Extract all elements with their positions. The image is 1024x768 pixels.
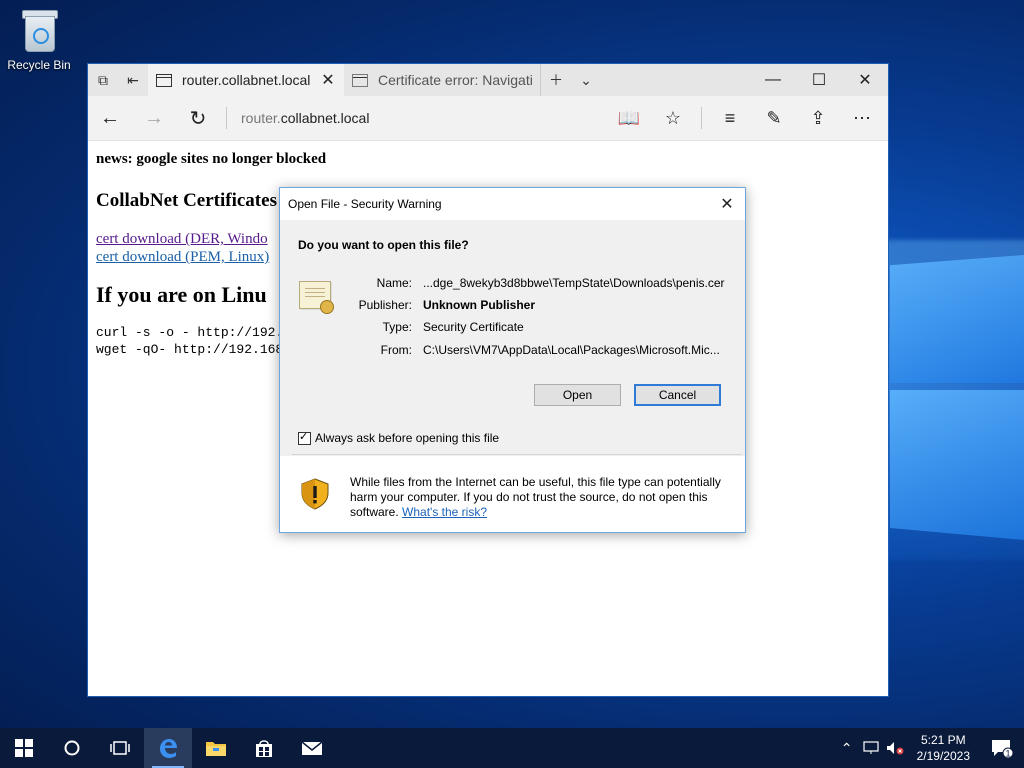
share-icon[interactable]: ⇪ xyxy=(796,96,840,140)
divider xyxy=(292,454,742,455)
checkbox-label: Always ask before opening this file xyxy=(315,431,500,445)
cancel-button[interactable]: Cancel xyxy=(634,384,721,406)
start-button[interactable] xyxy=(0,728,48,768)
info-row-type: Type: Security Certificate xyxy=(280,320,745,336)
page-icon xyxy=(352,73,368,87)
edge-taskbar-button[interactable] xyxy=(144,728,192,768)
info-row-from: From: C:\Users\VM7\AppData\Local\Package… xyxy=(280,343,745,359)
type-value: Security Certificate xyxy=(423,320,524,334)
page-icon xyxy=(156,73,172,87)
store-bag-icon xyxy=(256,740,272,757)
url-field[interactable]: router.collabnet.local xyxy=(241,110,369,126)
from-key: From: xyxy=(380,343,412,357)
dialog-close-button[interactable]: ✕ xyxy=(715,192,739,216)
mail-button[interactable] xyxy=(288,728,336,768)
news-text: news: google sites no longer blocked xyxy=(96,151,327,167)
folder-icon xyxy=(206,742,226,756)
dialog-question: Do you want to open this file? xyxy=(298,238,469,252)
reading-view-icon[interactable]: 📖 xyxy=(607,96,651,140)
info-row-publisher: Publisher: Unknown Publisher xyxy=(280,298,745,314)
open-button[interactable]: Open xyxy=(534,384,621,406)
close-tab-icon[interactable]: ✕ xyxy=(320,70,336,90)
url-prefix: router. xyxy=(241,110,281,126)
clock[interactable]: 5:21 PM 2/19/2023 xyxy=(907,732,980,764)
minimize-button[interactable]: — xyxy=(750,64,796,96)
tab-label: router.collabnet.local xyxy=(182,72,311,88)
recycle-bin-icon-image xyxy=(20,8,58,52)
name-key: Name: xyxy=(376,276,412,290)
set-tabs-aside-icon[interactable]: ⇤ xyxy=(118,64,148,96)
network-icon[interactable] xyxy=(859,728,883,768)
divider xyxy=(701,107,702,129)
web-note-icon[interactable]: ✎ xyxy=(752,96,796,140)
hub-icon[interactable]: ≡ xyxy=(708,96,752,140)
warning-text: While files from the Internet can be use… xyxy=(350,475,730,520)
type-key: Type: xyxy=(382,320,412,334)
close-window-button[interactable]: ✕ xyxy=(842,64,888,96)
name-value: ...dge_8wekyb3d8bbwe\TempState\Downloads… xyxy=(423,276,725,290)
network-monitor-icon xyxy=(863,741,879,754)
logo-pane-top xyxy=(890,255,1024,383)
tab-certificate-error[interactable]: Certificate error: Navigation xyxy=(344,64,540,96)
tab-bar: ⧉ ⇤ router.collabnet.local ✕ Certificate… xyxy=(88,64,888,96)
search-button[interactable] xyxy=(48,728,96,768)
system-tray: ⌃ 5:21 PM 2/19/2023 1 xyxy=(835,728,1024,768)
toolbar-right: 📖 ☆ ≡ ✎ ⇪ ⋯ xyxy=(607,96,884,140)
store-button[interactable] xyxy=(240,728,288,768)
notification-icon: 1 xyxy=(992,740,1014,759)
maximize-button[interactable]: ☐ xyxy=(796,64,842,96)
task-view-button[interactable] xyxy=(96,728,144,768)
security-warning-dialog: Open File - Security Warning ✕ Do you wa… xyxy=(279,187,746,533)
speaker-icon xyxy=(886,742,904,755)
publisher-value: Unknown Publisher xyxy=(423,298,536,312)
windows-icon xyxy=(15,739,33,757)
back-button[interactable]: ← xyxy=(88,96,132,140)
edge-icon xyxy=(160,739,177,758)
chevron-up-icon[interactable]: ⌃ xyxy=(835,728,859,768)
dialog-title: Open File - Security Warning xyxy=(288,197,442,211)
volume-muted-icon[interactable] xyxy=(883,728,907,768)
divider xyxy=(226,107,227,129)
file-explorer-button[interactable] xyxy=(192,728,240,768)
action-center-button[interactable]: 1 xyxy=(980,728,1024,768)
tab-label: Certificate error: Navigation xyxy=(378,72,532,88)
dialog-titlebar: Open File - Security Warning ✕ xyxy=(280,188,745,220)
logo-pane-bottom xyxy=(890,390,1024,540)
recycle-bin-icon[interactable]: Recycle Bin xyxy=(6,8,72,72)
favorite-star-icon[interactable]: ☆ xyxy=(651,96,695,140)
clock-date: 2/19/2023 xyxy=(916,749,970,763)
tab-overview-icon[interactable]: ⧉ xyxy=(88,64,118,96)
clock-time: 5:21 PM xyxy=(920,733,966,747)
recycle-bin-label: Recycle Bin xyxy=(7,58,71,72)
chevron-down-icon[interactable]: ⌄ xyxy=(571,64,601,96)
window-controls: — ☐ ✕ xyxy=(750,64,888,96)
forward-button[interactable]: → xyxy=(132,96,176,140)
publisher-key: Publisher: xyxy=(358,298,412,312)
warning-area: While files from the Internet can be use… xyxy=(280,456,745,532)
notification-count: 1 xyxy=(1005,749,1010,759)
task-view-icon xyxy=(110,741,130,755)
refresh-button[interactable]: ↻ xyxy=(176,96,220,140)
info-row-name: Name: ...dge_8wekyb3d8bbwe\TempState\Dow… xyxy=(280,276,745,292)
more-icon[interactable]: ⋯ xyxy=(840,96,884,140)
tab-router[interactable]: router.collabnet.local ✕ xyxy=(148,64,344,96)
new-tab-icon[interactable]: ＋ xyxy=(540,64,571,96)
always-ask-checkbox[interactable]: Always ask before opening this file xyxy=(298,430,500,445)
url-host: collabnet.local xyxy=(280,110,370,126)
from-value: C:\Users\VM7\AppData\Local\Packages\Micr… xyxy=(423,343,720,357)
mail-icon xyxy=(301,741,323,755)
cortana-circle-icon xyxy=(64,740,80,756)
address-bar: ← → ↻ router.collabnet.local 📖 ☆ ≡ ✎ ⇪ ⋯ xyxy=(88,96,888,141)
warning-shield-icon xyxy=(301,478,329,510)
whats-the-risk-link[interactable]: What's the risk? xyxy=(402,505,487,519)
checkbox-icon[interactable] xyxy=(298,430,311,445)
taskbar: ⌃ 5:21 PM 2/19/2023 1 xyxy=(0,728,1024,768)
